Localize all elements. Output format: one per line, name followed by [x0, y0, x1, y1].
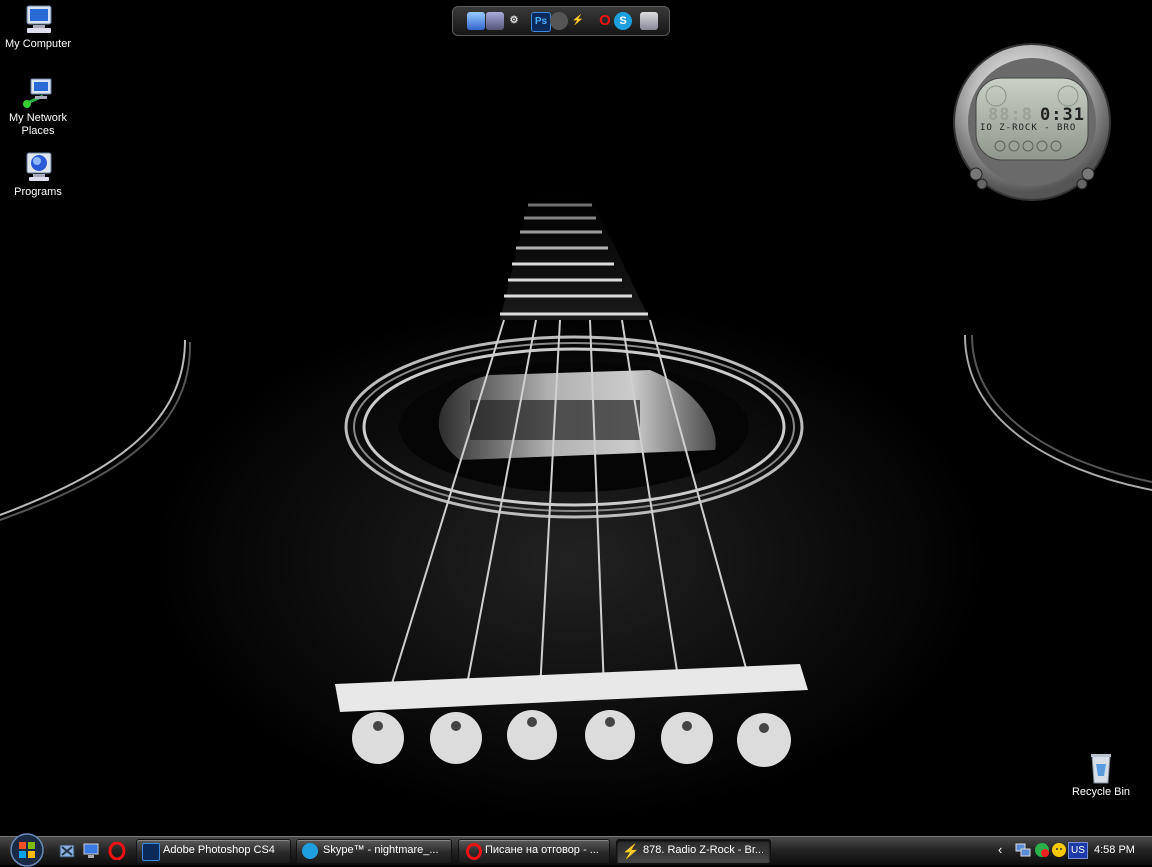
tray-expand-chevron-icon[interactable]: ‹ [998, 842, 1014, 858]
taskbar-button-label: Adobe Photoshop CS4 [163, 844, 275, 856]
media-icon[interactable] [550, 12, 568, 30]
desktop-icon-recycle-bin[interactable]: Recycle Bin [1063, 752, 1139, 799]
recycle-bin-icon [1091, 754, 1111, 784]
photoshop-icon [142, 843, 160, 861]
desktop-icon-label-line2: Places [21, 125, 55, 137]
network-icon[interactable] [467, 12, 485, 30]
opera-icon[interactable]: O [596, 12, 614, 30]
start-button[interactable] [6, 833, 48, 867]
network-tray-icon[interactable] [1015, 842, 1031, 858]
skype-icon [302, 843, 318, 859]
desktop-icon-label: My Computer [4, 38, 72, 50]
player-time-display: 0:31 [1040, 105, 1085, 125]
desktop-icon-my-network-places[interactable]: My Network Places [0, 78, 76, 138]
taskbar-button-label: Skype™ - nightmare_... [323, 844, 439, 856]
photoshop-icon[interactable]: Ps [531, 12, 551, 32]
recycle-bin-icon[interactable] [640, 12, 658, 30]
top-dock: ⚙ Ps ⚡ O S [452, 6, 670, 36]
taskbar: Adobe Photoshop CS4 Skype™ - nightmare_.… [0, 833, 1152, 867]
computer-icon [26, 5, 52, 33]
taskbar-button-skype[interactable]: Skype™ - nightmare_... [296, 839, 452, 864]
monitor-icon[interactable] [82, 842, 100, 860]
taskbar-button-winamp[interactable]: ⚡ 878. Radio Z-Rock - Br... [616, 839, 771, 864]
skype-icon[interactable]: S [614, 12, 632, 30]
tray-clock[interactable]: 4:58 PM [1094, 844, 1135, 856]
network-places-icon [23, 78, 52, 108]
opera-icon [466, 843, 482, 860]
settings-gear-icon[interactable]: ⚙ [505, 12, 523, 30]
programs-icon [26, 152, 52, 181]
taskbar-button-opera[interactable]: Писане на отговор - ... [458, 839, 610, 864]
player-track-title: IO Z-ROCK - BRO [980, 123, 1077, 133]
opera-icon[interactable] [108, 842, 126, 860]
desktop-icon-programs[interactable]: Programs [0, 152, 76, 199]
taskbar-button-label: Писане на отговор - ... [485, 844, 599, 856]
player-time-ghost: 88:8 [988, 105, 1033, 125]
windows-icon[interactable] [486, 12, 504, 30]
power-icon[interactable]: ⚡ [569, 12, 587, 30]
messenger-tray-icon[interactable] [1051, 842, 1067, 858]
skype-tray-icon[interactable] [1034, 842, 1050, 858]
language-indicator[interactable]: US [1068, 842, 1088, 859]
show-desktop-icon[interactable] [58, 842, 76, 860]
desktop-icon-label: Recycle Bin [1071, 786, 1131, 798]
desktop-icon-my-computer[interactable]: My Computer [0, 4, 76, 51]
winamp-icon: ⚡ [622, 843, 640, 859]
taskbar-button-label: 878. Radio Z-Rock - Br... [643, 844, 765, 856]
desktop-icon-label-line1: My Network [8, 112, 68, 124]
taskbar-button-photoshop[interactable]: Adobe Photoshop CS4 [136, 839, 291, 864]
desktop-icon-label: Programs [14, 186, 62, 198]
